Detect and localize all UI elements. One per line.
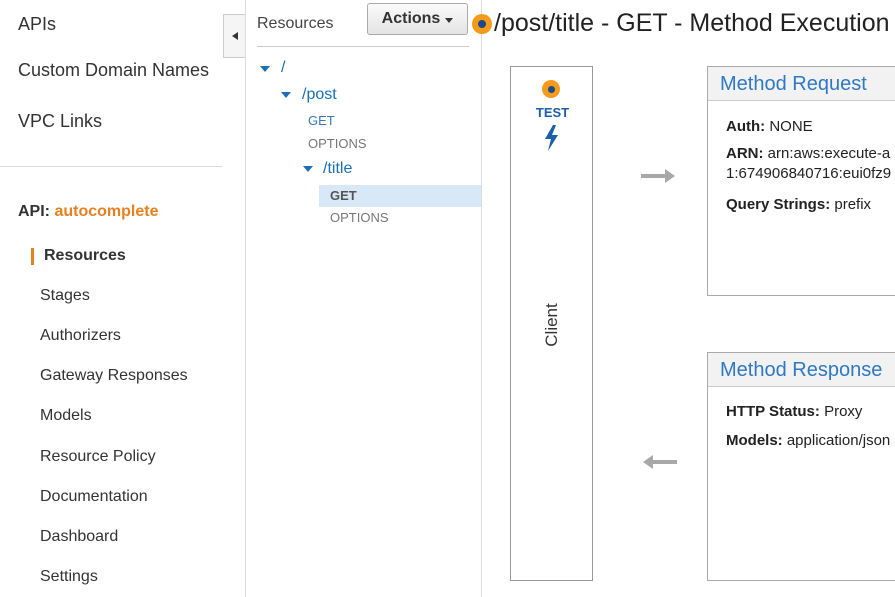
nav-item-resource-policy[interactable]: Resource Policy [40, 448, 156, 466]
http-status-row: HTTP Status: Proxy [726, 403, 862, 420]
arn-value: arn:aws:execute-a [767, 145, 891, 162]
actions-button[interactable]: Actions [367, 3, 468, 35]
nav-item-stages[interactable]: Stages [40, 287, 90, 305]
caret-down-icon [445, 17, 454, 23]
resources-panel: Resources Actions / /post GET OPTIONS /t… [246, 0, 481, 597]
http-status-value: Proxy [824, 403, 863, 420]
models-key: Models: [726, 432, 783, 449]
api-prefix: API: [18, 203, 50, 220]
arn-row: ARN: arn:aws:execute-a [726, 145, 890, 162]
client-box: TEST Client [510, 66, 593, 581]
nav-item-models[interactable]: Models [40, 407, 92, 425]
page-title: /post/title - GET - Method Execution [494, 9, 890, 37]
auth-row: Auth: NONE [726, 118, 813, 135]
status-dot-icon [472, 14, 492, 34]
tree-method-post-options[interactable]: OPTIONS [308, 136, 367, 151]
active-indicator [31, 248, 34, 265]
tree-method-title-options[interactable]: OPTIONS [330, 210, 389, 225]
query-strings-value: prefix [834, 196, 872, 213]
method-request-card: Method Request Auth: NONE ARN: arn:aws:e… [707, 66, 895, 296]
query-strings-key: Query Strings: [726, 196, 831, 213]
test-button[interactable]: TEST [511, 105, 594, 120]
nav-link-vpc-links[interactable]: VPC Links [18, 111, 102, 132]
nav-item-resources[interactable]: Resources [44, 247, 126, 265]
nav-item-dashboard[interactable]: Dashboard [40, 528, 118, 546]
collapse-nav-button[interactable] [223, 14, 245, 58]
method-request-link[interactable]: Method Request [708, 67, 895, 101]
method-response-link[interactable]: Method Response [708, 353, 895, 387]
resources-title: Resources [257, 15, 334, 32]
query-strings-row: Query Strings: prefix [726, 196, 871, 213]
toggle-post-icon[interactable] [281, 92, 291, 98]
arrow-left-icon [643, 455, 677, 469]
nav-item-gateway-responses[interactable]: Gateway Responses [40, 367, 188, 385]
collapse-left-icon [231, 32, 238, 40]
auth-key: Auth: [726, 118, 766, 135]
client-label: Client [542, 303, 561, 347]
nav-link-custom-domain-names[interactable]: Custom Domain Names [18, 60, 209, 81]
method-response-card: Method Response HTTP Status: Proxy Model… [707, 352, 895, 581]
arn-key: ARN: [726, 145, 764, 162]
tree-node-post[interactable]: /post [302, 86, 337, 104]
tree-node-title[interactable]: /title [323, 160, 352, 178]
tree-border [481, 0, 482, 597]
nav-link-apis[interactable]: APIs [18, 14, 56, 35]
tree-method-post-get[interactable]: GET [308, 113, 335, 128]
api-label: API: autocomplete [18, 203, 158, 221]
auth-value: NONE [769, 118, 813, 135]
http-status-key: HTTP Status: [726, 403, 820, 420]
nav-item-documentation[interactable]: Documentation [40, 488, 148, 506]
tree-node-root[interactable]: / [281, 59, 285, 77]
actions-label: Actions [381, 10, 441, 27]
toggle-title-icon[interactable] [303, 166, 313, 172]
lightning-bolt-icon[interactable] [542, 125, 562, 151]
left-nav: APIs Custom Domain Names VPC Links API: … [0, 0, 246, 597]
arn-value-cont: 1:674906840716:eui0fz9 [726, 165, 892, 182]
models-value: application/json [786, 432, 891, 449]
tree-method-title-get[interactable]: GET [330, 188, 357, 203]
nav-item-authorizers[interactable]: Authorizers [40, 327, 121, 345]
arn-row-cont: 1:674906840716:eui0fz9 [726, 165, 891, 182]
toggle-root-icon[interactable] [260, 66, 270, 72]
nav-item-settings[interactable]: Settings [40, 568, 98, 586]
tree-divider [257, 46, 469, 47]
test-status-dot-icon [542, 80, 560, 98]
models-row: Models: application/json [726, 432, 890, 449]
arrow-right-icon [641, 169, 675, 183]
nav-divider [0, 166, 222, 167]
api-name[interactable]: autocomplete [54, 203, 158, 220]
